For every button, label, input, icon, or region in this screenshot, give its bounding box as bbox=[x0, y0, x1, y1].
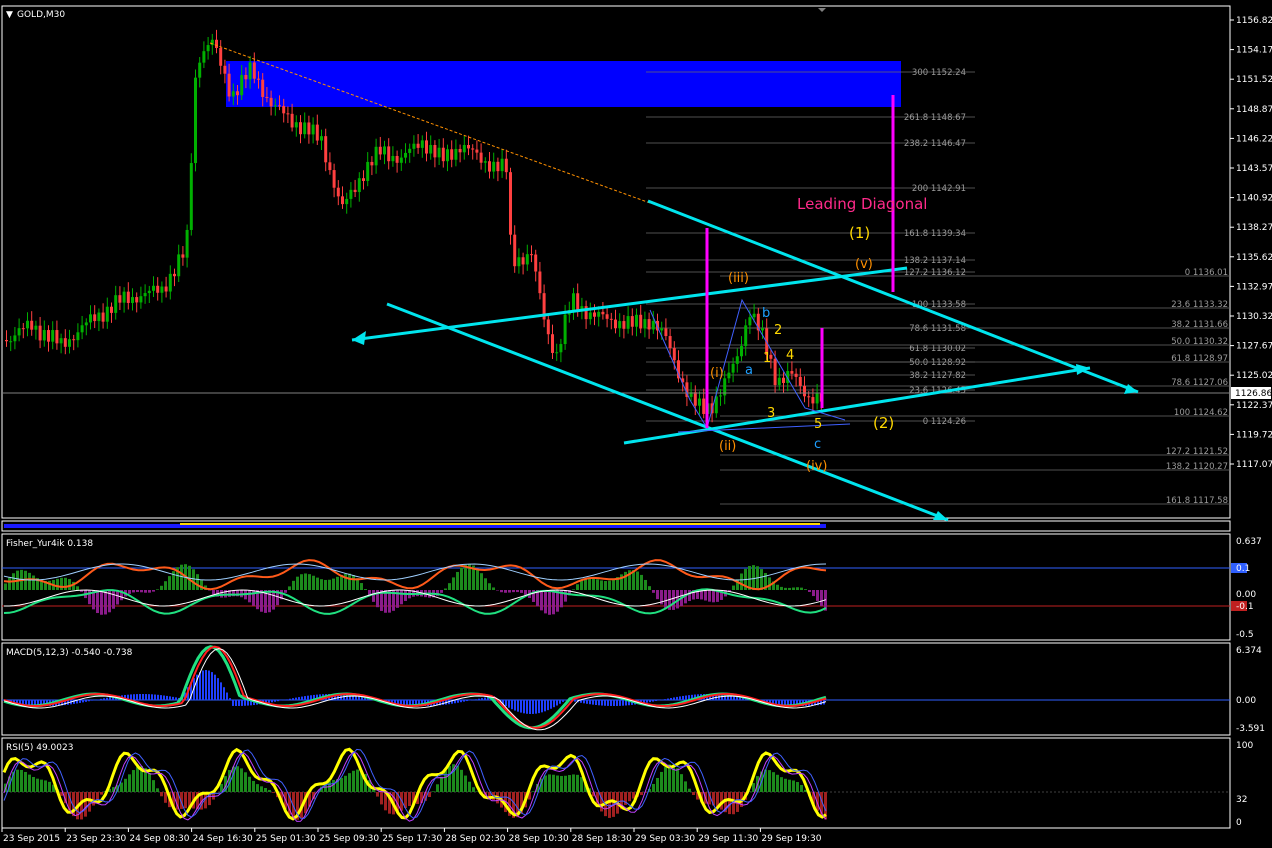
wave-2-small-label: 2 bbox=[774, 323, 782, 338]
rsi-axis-label: 100 bbox=[1236, 741, 1253, 751]
fisher-title: Fisher_Yur4ik 0.138 bbox=[6, 539, 93, 549]
wave-2-label: (2) bbox=[873, 414, 894, 432]
rsi-axis-label: 0 bbox=[1236, 818, 1242, 828]
time-axis-label: 29 Sep 19:30 bbox=[761, 834, 821, 844]
chart-window[interactable]: ▼ GOLD,M30 300 1152.24261.8 1148.67238.2… bbox=[0, 0, 1272, 848]
time-axis: 23 Sep 2015 23 Sep 23:30 24 Sep 08:30 24 Se… bbox=[1, 828, 822, 844]
wave-1-label: (1) bbox=[849, 224, 870, 242]
current-price-label: 1126.86 bbox=[1235, 389, 1272, 399]
wave-b-label: b bbox=[762, 306, 770, 321]
price-axis-label: 1119.72 bbox=[1236, 430, 1272, 440]
wave-c-label: c bbox=[814, 437, 821, 452]
fib-level-label: 138.2 1120.27 bbox=[1166, 462, 1228, 472]
macd-title: MACD(5,12,3) -0.540 -0.738 bbox=[6, 648, 133, 658]
time-axis-label: 28 Sep 18:30 bbox=[572, 834, 632, 844]
price-axis-label: 1117.07 bbox=[1236, 460, 1272, 470]
wave-i-label: (i) bbox=[710, 366, 724, 381]
macd-axis-label: 6.374 bbox=[1236, 646, 1262, 656]
time-axis-label: 29 Sep 11:30 bbox=[698, 834, 758, 844]
fib-level-label: 50.0 1130.32 bbox=[1171, 337, 1228, 347]
time-axis-label: 23 Sep 2015 bbox=[3, 834, 60, 844]
fib-level-label: 23.6 1133.32 bbox=[1171, 300, 1228, 310]
price-axis-label: 1156.82 bbox=[1236, 16, 1272, 26]
fisher-axis-label: 0.00 bbox=[1236, 590, 1256, 600]
fib-level-label: 61.8 1130.02 bbox=[909, 344, 966, 354]
price-axis-label: 1127.67 bbox=[1236, 342, 1272, 352]
wave-v-label: (v) bbox=[855, 257, 873, 272]
wave-iv-label: (iv) bbox=[806, 459, 827, 474]
fib-level-label: 127.2 1136.12 bbox=[904, 268, 966, 278]
price-axis-label: 1154.17 bbox=[1236, 46, 1272, 56]
wave-iii-label: (iii) bbox=[728, 271, 749, 286]
time-axis-label: 24 Sep 16:30 bbox=[193, 834, 253, 844]
fisher-axis-label: 0.1 bbox=[1236, 564, 1250, 574]
time-axis-label: 25 Sep 17:30 bbox=[382, 834, 442, 844]
wave-5-small-label: 5 bbox=[814, 417, 822, 432]
wave-a-label: a bbox=[745, 363, 753, 378]
time-axis-label: 23 Sep 23:30 bbox=[66, 834, 126, 844]
time-axis-label: 28 Sep 02:30 bbox=[445, 834, 505, 844]
time-axis-label: 25 Sep 09:30 bbox=[319, 834, 379, 844]
price-axis-label: 1138.27 bbox=[1236, 223, 1272, 233]
macd-axis-label: 0.00 bbox=[1236, 696, 1256, 706]
price-axis-label: 1143.57 bbox=[1236, 164, 1272, 174]
fisher-axis-label: -0.5 bbox=[1236, 630, 1254, 640]
wave-3-small-label: 3 bbox=[767, 406, 775, 421]
price-axis-label: 1132.97 bbox=[1236, 282, 1272, 292]
price-axis: 1156.82 1154.17 1151.52 1148.87 1146.22 1143.… bbox=[1230, 16, 1272, 470]
macd-axis-label: -3.591 bbox=[1236, 724, 1265, 734]
rsi-axis: 100 32 0 bbox=[1236, 741, 1253, 828]
price-axis-label: 1146.22 bbox=[1236, 134, 1272, 144]
fib-level-label: 61.8 1128.97 bbox=[1171, 354, 1228, 364]
price-axis-label: 1130.32 bbox=[1236, 312, 1272, 322]
rsi-title: RSI(5) 49.0023 bbox=[6, 743, 73, 753]
fib-level-label: 0 1136.01 bbox=[1185, 268, 1228, 278]
wave-ii-label: (ii) bbox=[719, 439, 736, 454]
time-axis-label: 25 Sep 01:30 bbox=[256, 834, 316, 844]
fisher-axis: 0.637 0.1 0.00 -0.1 -0.5 bbox=[1236, 537, 1262, 640]
fib-level-label: 78.6 1131.58 bbox=[909, 324, 966, 334]
wave-4-small-label: 4 bbox=[786, 348, 794, 363]
price-axis-label: 1125.02 bbox=[1236, 371, 1272, 381]
price-axis-label: 1140.92 bbox=[1236, 194, 1272, 204]
fib-level-label: 300 1152.24 bbox=[912, 68, 966, 78]
menu-glyph[interactable]: ▼ bbox=[6, 10, 13, 20]
price-axis-label: 1135.62 bbox=[1236, 253, 1272, 263]
fib-level-label: 127.2 1121.52 bbox=[1166, 447, 1228, 457]
fib-level-label: 100 1124.62 bbox=[1174, 408, 1228, 418]
fib-level-label: 238.2 1146.47 bbox=[904, 139, 966, 149]
fib-level-label: 200 1142.91 bbox=[912, 184, 966, 194]
time-axis-label: 24 Sep 08:30 bbox=[129, 834, 189, 844]
chart-title: GOLD,M30 bbox=[17, 10, 65, 20]
fib-level-label: 261.8 1148.67 bbox=[904, 113, 966, 123]
macd-axis: 6.374 0.00 -3.591 bbox=[1236, 646, 1265, 734]
target-zone bbox=[226, 61, 901, 107]
fisher-axis-label: 0.637 bbox=[1236, 537, 1262, 547]
fib-level-label: 161.8 1139.34 bbox=[904, 229, 966, 239]
wave-1-small-label: 1 bbox=[763, 351, 771, 366]
fib-level-label: 50.0 1128.92 bbox=[909, 358, 966, 368]
time-axis-label: 28 Sep 10:30 bbox=[509, 834, 569, 844]
price-axis-label: 1122.37 bbox=[1236, 401, 1272, 411]
fib-level-label: 38.2 1127.82 bbox=[909, 371, 966, 381]
price-axis-label: 1148.87 bbox=[1236, 105, 1272, 115]
time-axis-label: 29 Sep 03:30 bbox=[635, 834, 695, 844]
fib-level-label: 38.2 1131.66 bbox=[1171, 320, 1228, 330]
leading-diagonal-label: Leading Diagonal bbox=[797, 195, 927, 213]
fib-level-label: 161.8 1117.58 bbox=[1166, 496, 1228, 506]
rsi-axis-label: 32 bbox=[1236, 795, 1247, 805]
fib-level-label: 0 1124.26 bbox=[923, 417, 966, 427]
volume-bar-yellow bbox=[180, 523, 820, 525]
fib-level-label: 138.2 1137.14 bbox=[904, 256, 966, 266]
fib-level-label: 78.6 1127.06 bbox=[1171, 378, 1228, 388]
fisher-axis-label: -0.1 bbox=[1236, 602, 1254, 612]
price-axis-label: 1151.52 bbox=[1236, 75, 1272, 85]
